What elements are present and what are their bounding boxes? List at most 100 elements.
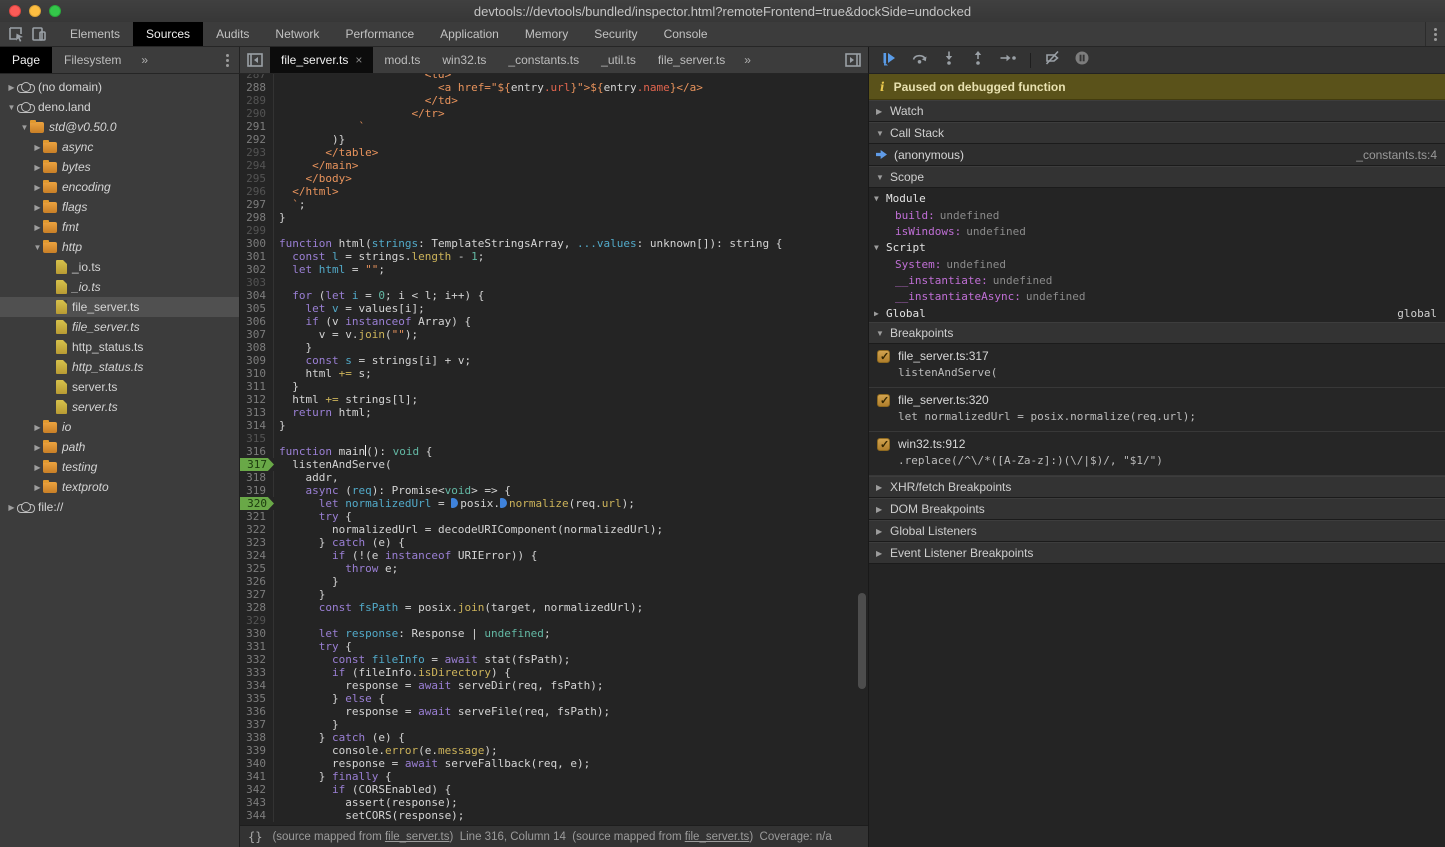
line-number[interactable]: 291 (240, 120, 274, 133)
scope-group-module[interactable]: ▼Module (869, 190, 1445, 207)
code-line[interactable]: 305 let v = values[i]; (240, 302, 868, 315)
breakpoint-entry[interactable]: win32.ts:912.replace(/^\/*([A-Za-z]:)(\/… (869, 432, 1445, 476)
code-line[interactable]: 309 const s = strings[i] + v; (240, 354, 868, 367)
code-line[interactable]: 313 return html; (240, 406, 868, 419)
line-number[interactable]: 331 (240, 640, 274, 653)
line-number[interactable]: 303 (240, 276, 274, 289)
scope-property[interactable]: isWindows:undefined (869, 223, 1445, 239)
tab-audits[interactable]: Audits (203, 22, 262, 46)
step-icon[interactable] (999, 50, 1017, 71)
line-number[interactable]: 305 (240, 302, 274, 315)
line-number[interactable]: 290 (240, 107, 274, 120)
tree-item[interactable]: ▶fmt (0, 217, 239, 237)
code-line[interactable]: 290 </tr> (240, 107, 868, 120)
tree-item[interactable]: ▼http (0, 237, 239, 257)
tree-item[interactable]: ▼deno.land (0, 97, 239, 117)
line-number[interactable]: 318 (240, 471, 274, 484)
code-line[interactable]: 333 if (fileInfo.isDirectory) { (240, 666, 868, 679)
pause-on-exceptions-icon[interactable] (1074, 50, 1090, 71)
step-over-icon[interactable] (911, 50, 928, 71)
section-dom-breakpoints[interactable]: ▶DOM Breakpoints (869, 498, 1445, 520)
code-line[interactable]: 322 normalizedUrl = decodeURIComponent(n… (240, 523, 868, 536)
tree-item[interactable]: ▶io (0, 417, 239, 437)
code-line[interactable]: 294 </main> (240, 159, 868, 172)
code-line[interactable]: 316function main(): void { (240, 445, 868, 458)
scope-property[interactable]: __instantiateAsync:undefined (869, 288, 1445, 304)
breakpoint-checkbox[interactable] (877, 394, 890, 407)
disclosure-right-icon[interactable]: ▶ (32, 163, 43, 172)
line-number[interactable]: 310 (240, 367, 274, 380)
disclosure-right-icon[interactable]: ▶ (32, 223, 43, 232)
deactivate-breakpoints-icon[interactable] (1044, 50, 1061, 71)
line-number[interactable]: 327 (240, 588, 274, 601)
scope-group-script[interactable]: ▼Script (869, 239, 1445, 256)
line-number[interactable]: 324 (240, 549, 274, 562)
line-number[interactable]: 338 (240, 731, 274, 744)
line-number[interactable]: 335 (240, 692, 274, 705)
code-line[interactable]: 317 listenAndServe( (240, 458, 868, 471)
code-line[interactable]: 312 html += strings[l]; (240, 393, 868, 406)
disclosure-right-icon[interactable]: ▶ (32, 463, 43, 472)
tree-item[interactable]: ▶path (0, 437, 239, 457)
line-number[interactable]: 334 (240, 679, 274, 692)
line-number[interactable]: 314 (240, 419, 274, 432)
tree-item[interactable]: _io.ts (0, 277, 239, 297)
statusbar-file-link[interactable]: file_server.ts (385, 831, 450, 843)
disclosure-right-icon[interactable]: ▶ (6, 83, 17, 92)
line-number[interactable]: 332 (240, 653, 274, 666)
disclosure-down-icon[interactable]: ▼ (6, 103, 17, 112)
line-number[interactable]: 328 (240, 601, 274, 614)
tree-item[interactable]: http_status.ts (0, 337, 239, 357)
line-number[interactable]: 289 (240, 94, 274, 107)
line-number[interactable]: 340 (240, 757, 274, 770)
breakpoint-location[interactable]: win32.ts:912 (898, 437, 965, 451)
tab-application[interactable]: Application (427, 22, 512, 46)
code-line[interactable]: 287 <td> (240, 74, 868, 81)
code-line[interactable]: 310 html += s; (240, 367, 868, 380)
editor-tab[interactable]: _util.ts (590, 47, 647, 73)
tree-item[interactable]: ▶bytes (0, 157, 239, 177)
more-navigator-tabs-icon[interactable]: » (133, 47, 156, 73)
breakpoint-checkbox[interactable] (877, 350, 890, 363)
breakpoint-location[interactable]: file_server.ts:317 (898, 349, 989, 363)
code-line[interactable]: 315 (240, 432, 868, 445)
line-number[interactable]: 309 (240, 354, 274, 367)
frame-location[interactable]: _constants.ts:4 (1356, 148, 1437, 162)
tree-item[interactable]: ▼std@v0.50.0 (0, 117, 239, 137)
section-scope[interactable]: ▼Scope (869, 166, 1445, 188)
code-line[interactable]: 338 } catch (e) { (240, 731, 868, 744)
tree-item[interactable]: ▶flags (0, 197, 239, 217)
code-line[interactable]: 318 addr, (240, 471, 868, 484)
section-watch[interactable]: ▶Watch (869, 100, 1445, 122)
statusbar-file-link[interactable]: file_server.ts (685, 831, 750, 843)
scope-group-global[interactable]: ▶Globalglobal (869, 304, 1445, 322)
line-number[interactable]: 293 (240, 146, 274, 159)
navigator-tab-filesystem[interactable]: Filesystem (52, 47, 133, 73)
breakpoint-badge[interactable]: 320 (240, 497, 274, 510)
section-xhr-fetch-breakpoints[interactable]: ▶XHR/fetch Breakpoints (869, 476, 1445, 498)
code-line[interactable]: 319 async (req): Promise<void> => { (240, 484, 868, 497)
code-line[interactable]: 296 </html> (240, 185, 868, 198)
code-line[interactable]: 335 } else { (240, 692, 868, 705)
line-number[interactable]: 288 (240, 81, 274, 94)
navigator-tab-page[interactable]: Page (0, 47, 52, 73)
line-number[interactable]: 315 (240, 432, 274, 445)
code-line[interactable]: 308 } (240, 341, 868, 354)
breakpoint-badge[interactable]: 317 (240, 458, 274, 471)
line-number[interactable]: 297 (240, 198, 274, 211)
code-line[interactable]: 343 assert(response); (240, 796, 868, 809)
tree-item[interactable]: server.ts (0, 397, 239, 417)
line-number[interactable]: 295 (240, 172, 274, 185)
step-into-icon[interactable] (941, 50, 957, 71)
code-line[interactable]: 299 (240, 224, 868, 237)
line-number[interactable]: 336 (240, 705, 274, 718)
breakpoint-location[interactable]: file_server.ts:320 (898, 393, 989, 407)
line-number[interactable]: 313 (240, 406, 274, 419)
tab-security[interactable]: Security (581, 22, 650, 46)
line-number[interactable]: 337 (240, 718, 274, 731)
line-number[interactable]: 339 (240, 744, 274, 757)
code-line[interactable]: 300function html(strings: TemplateString… (240, 237, 868, 250)
tree-item[interactable]: ▶(no domain) (0, 77, 239, 97)
line-number[interactable]: 333 (240, 666, 274, 679)
code-line[interactable]: 344 setCORS(response); (240, 809, 868, 822)
